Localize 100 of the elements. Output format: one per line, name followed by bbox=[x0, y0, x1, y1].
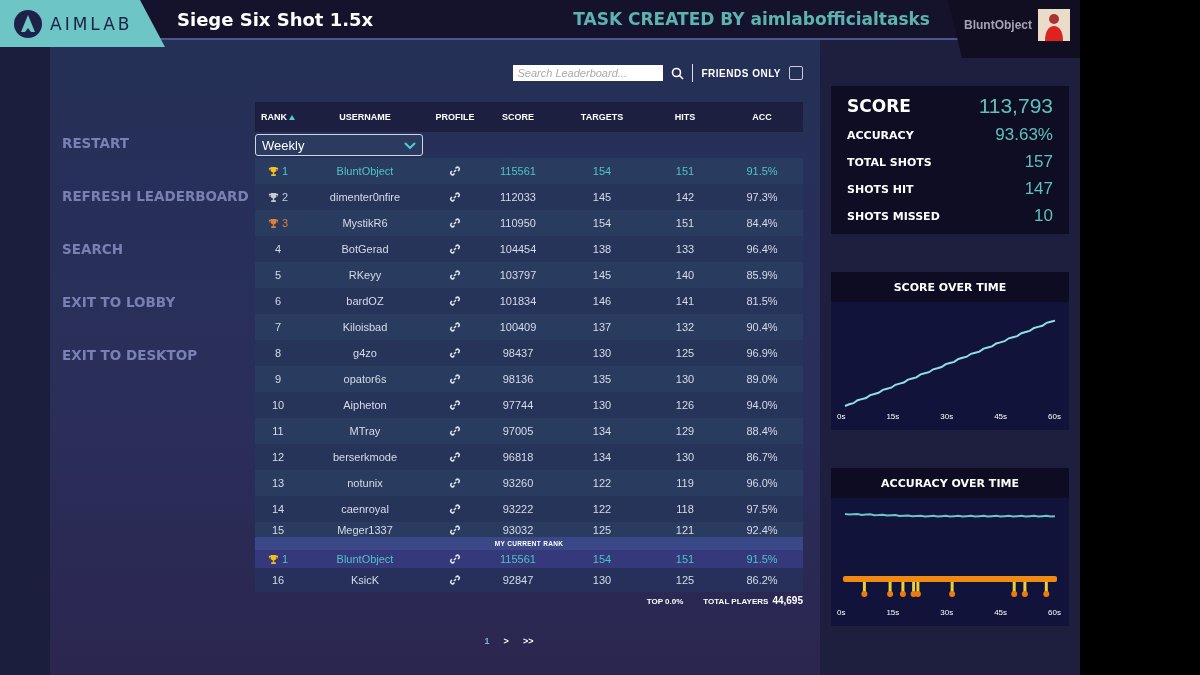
page-link[interactable]: > bbox=[503, 636, 509, 646]
targets-cell-text: 130 bbox=[591, 347, 613, 359]
username-cell-text: Aipheton bbox=[342, 399, 388, 411]
avatar-icon bbox=[1038, 9, 1070, 41]
axis-tick-label: 45s bbox=[994, 412, 1008, 421]
username-cell-text: MystikR6 bbox=[341, 217, 389, 229]
search-icon[interactable] bbox=[671, 66, 685, 80]
chart-title: ACCURACY OVER TIME bbox=[881, 476, 1019, 490]
rank-cell-text: 12 bbox=[270, 451, 286, 463]
page-link[interactable]: >> bbox=[522, 636, 534, 646]
link-icon[interactable] bbox=[449, 243, 461, 255]
username-cell-text: opator6s bbox=[342, 373, 388, 385]
stat-value: 113,793 bbox=[978, 94, 1053, 118]
column-header[interactable]: USERNAME bbox=[301, 112, 429, 122]
trophy-icon bbox=[267, 217, 279, 229]
axis-tick-label: 15s bbox=[886, 608, 900, 617]
accuracy-cell-text: 96.9% bbox=[745, 347, 779, 359]
rank-cell-text: 15 bbox=[270, 523, 286, 536]
axis-tick-label: 30s bbox=[940, 412, 954, 421]
trophy-icon bbox=[267, 553, 279, 565]
axis-tick-label: 15s bbox=[886, 412, 900, 421]
rank-cell-text: 4 bbox=[273, 243, 283, 255]
hits-cell-text: 140 bbox=[674, 269, 696, 281]
targets-cell-text: 138 bbox=[591, 243, 613, 255]
rank-cell-text: 5 bbox=[273, 269, 283, 281]
score-cell-text: 110950 bbox=[499, 217, 537, 229]
hits-cell-text: 133 bbox=[674, 243, 696, 255]
targets-cell-text: 134 bbox=[591, 425, 613, 437]
accuracy-cell-text: 96.4% bbox=[745, 243, 779, 255]
page-link[interactable]: 1 bbox=[484, 636, 490, 646]
task-creator: TASK CREATED BY aimlabofficialtasks bbox=[573, 9, 930, 29]
username-cell-text: BotGerad bbox=[340, 243, 390, 255]
hits-cell-text: 125 bbox=[674, 347, 696, 359]
link-icon[interactable] bbox=[449, 347, 461, 359]
stat-value: 93.63% bbox=[995, 125, 1053, 145]
targets-cell-text: 154 bbox=[591, 165, 613, 177]
friends-only-checkbox[interactable] bbox=[789, 66, 803, 80]
search-field[interactable]: Search Leaderboard... bbox=[513, 65, 664, 81]
link-icon[interactable] bbox=[449, 553, 461, 565]
column-header[interactable]: TARGETS bbox=[555, 112, 649, 122]
chart-title: SCORE OVER TIME bbox=[893, 280, 1007, 294]
username-cell-text: dimenter0nfire bbox=[328, 191, 402, 203]
hits-cell-text: 151 bbox=[674, 165, 696, 177]
task-title: Siege Six Shot 1.5x bbox=[177, 8, 374, 30]
hits-cell-text: 132 bbox=[674, 321, 696, 333]
accuracy-cell-text: 86.7% bbox=[745, 451, 779, 463]
column-header[interactable]: HITS bbox=[649, 112, 721, 122]
score-cell-text: 98136 bbox=[501, 373, 535, 385]
hits-cell-text: 121 bbox=[674, 523, 696, 536]
link-icon[interactable] bbox=[449, 451, 461, 463]
score-cell-text: 115561 bbox=[499, 553, 537, 565]
link-icon[interactable] bbox=[449, 321, 461, 333]
username-cell-text: Meger1337 bbox=[336, 523, 394, 536]
rank-cell-text: 8 bbox=[273, 347, 283, 359]
targets-cell-text: 145 bbox=[591, 191, 613, 203]
link-icon[interactable] bbox=[449, 477, 461, 489]
axis-tick-label: 30s bbox=[940, 608, 954, 617]
link-icon[interactable] bbox=[449, 574, 461, 586]
period-dropdown[interactable]: Weekly bbox=[255, 134, 423, 156]
username-cell-text: RKeyy bbox=[347, 269, 383, 281]
column-header[interactable]: ACC bbox=[721, 112, 803, 122]
targets-cell-text: 154 bbox=[591, 553, 613, 565]
axis-tick-label: 0s bbox=[837, 608, 846, 617]
score-cell-text: 112033 bbox=[499, 191, 537, 203]
link-icon[interactable] bbox=[449, 217, 461, 229]
score-cell-text: 92847 bbox=[501, 574, 535, 586]
link-icon[interactable] bbox=[449, 191, 461, 203]
accuracy-cell-text: 97.5% bbox=[745, 503, 779, 515]
targets-cell-text: 130 bbox=[591, 574, 613, 586]
column-header[interactable]: PROFILE bbox=[429, 112, 481, 122]
chevron-down-icon bbox=[404, 141, 416, 149]
targets-cell-text: 135 bbox=[591, 373, 613, 385]
link-icon[interactable] bbox=[449, 373, 461, 385]
rank-cell-text: 11 bbox=[271, 425, 285, 437]
hits-cell-text: 119 bbox=[675, 477, 695, 489]
stat-label: ACCURACY bbox=[847, 128, 914, 142]
username-cell-text: BluntObject bbox=[335, 553, 395, 565]
hits-cell-text: 130 bbox=[674, 451, 696, 463]
link-icon[interactable] bbox=[449, 165, 461, 177]
miss-marker bbox=[861, 582, 868, 597]
score-cell-text: 101834 bbox=[498, 295, 538, 307]
rank-cell-text: 9 bbox=[273, 373, 283, 385]
total-players-value: 44,695 bbox=[772, 595, 803, 606]
targets-cell-text: 154 bbox=[591, 217, 613, 229]
score-cell-text: 104454 bbox=[498, 243, 538, 255]
hits-cell-text: 151 bbox=[674, 217, 696, 229]
hits-cell-text: 129 bbox=[674, 425, 696, 437]
hits-cell-text: 142 bbox=[674, 191, 696, 203]
link-icon[interactable] bbox=[449, 503, 461, 515]
miss-marker bbox=[1043, 582, 1050, 597]
accuracy-cell-text: 89.0% bbox=[745, 373, 779, 385]
link-icon[interactable] bbox=[449, 399, 461, 411]
column-header[interactable]: SCORE bbox=[481, 112, 555, 122]
column-header[interactable]: RANK bbox=[255, 112, 301, 122]
link-icon[interactable] bbox=[449, 295, 461, 307]
link-icon[interactable] bbox=[449, 269, 461, 281]
score-cell-text: 93260 bbox=[501, 477, 535, 489]
accuracy-cell-text: 92.4% bbox=[745, 523, 779, 536]
link-icon[interactable] bbox=[449, 523, 461, 536]
link-icon[interactable] bbox=[449, 425, 461, 437]
